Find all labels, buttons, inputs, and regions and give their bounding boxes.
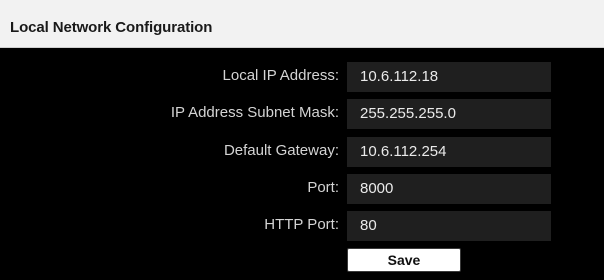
form-row-local-ip: Local IP Address: 10.6.112.18 [0, 62, 604, 92]
subnet-mask-label: IP Address Subnet Mask: [170, 104, 339, 121]
default-gateway-input[interactable]: 10.6.112.254 [347, 137, 551, 167]
port-value: 8000 [360, 180, 394, 197]
local-ip-value: 10.6.112.18 [360, 68, 439, 85]
http-port-label: HTTP Port: [264, 216, 339, 233]
default-gateway-value: 10.6.112.254 [360, 143, 447, 160]
http-port-input[interactable]: 80 [347, 211, 551, 241]
form-row-default-gateway: Default Gateway: 10.6.112.254 [0, 137, 604, 167]
form-row-subnet-mask: IP Address Subnet Mask: 255.255.255.0 [0, 99, 604, 129]
local-network-configuration-panel: Local Network Configuration Local IP Add… [0, 0, 604, 280]
local-ip-input[interactable]: 10.6.112.18 [347, 62, 551, 92]
form-row-port: Port: 8000 [0, 174, 604, 204]
port-input[interactable]: 8000 [347, 174, 551, 204]
panel-header: Local Network Configuration [0, 0, 604, 48]
subnet-mask-value: 255.255.255.0 [360, 105, 456, 122]
port-label: Port: [307, 179, 339, 196]
subnet-mask-input[interactable]: 255.255.255.0 [347, 99, 551, 129]
save-button[interactable]: Save [347, 248, 461, 272]
http-port-value: 80 [360, 217, 377, 234]
panel-title: Local Network Configuration [10, 19, 213, 36]
local-ip-label: Local IP Address: [222, 67, 339, 84]
form-row-http-port: HTTP Port: 80 [0, 211, 604, 241]
default-gateway-label: Default Gateway: [223, 142, 339, 159]
